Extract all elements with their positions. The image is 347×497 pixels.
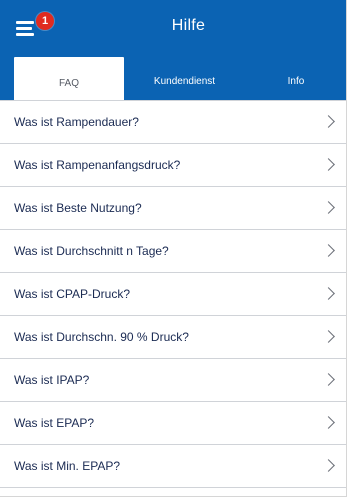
chevron-right-icon [322,459,335,472]
faq-item[interactable]: Was ist Min. EPAP? [0,445,346,488]
faq-item[interactable]: Was ist Rampenanfangsdruck? [0,144,346,187]
faq-item[interactable]: Was ist Durchschnitt n Tage? [0,230,346,273]
faq-item[interactable]: Was ist EPAP? [0,402,346,445]
faq-item[interactable]: Was ist Rampendauer? [0,101,346,144]
faq-item[interactable]: Was ist Beste Nutzung? [0,187,346,230]
chevron-right-icon [322,158,335,171]
page-title: Hilfe [171,17,206,34]
faq-item-label: Was ist EPAP? [14,416,95,430]
faq-item-label: Was ist Durchschnitt n Tage? [14,244,169,258]
app-header: 1 Hilfe [0,0,346,52]
faq-item-label: Was ist Min. EPAP? [14,459,121,473]
faq-list: Was ist Rampendauer? Was ist Rampenanfan… [0,100,346,488]
faq-item[interactable]: Was ist Durchschn. 90 % Druck? [0,316,346,359]
faq-item-label: Was ist Rampenanfangsdruck? [14,158,181,172]
tab-info[interactable]: Info [245,52,346,100]
tab-faq[interactable]: FAQ [14,57,124,100]
faq-item-label: Was ist CPAP-Druck? [14,287,131,301]
chevron-right-icon [322,201,335,214]
tab-bar: FAQ Kundendienst Info [0,52,346,100]
faq-item-label: Was ist Durchschn. 90 % Druck? [14,330,189,344]
tab-kundendienst[interactable]: Kundendienst [124,52,245,100]
faq-item-label: Was ist IPAP? [14,373,90,387]
faq-item[interactable]: Was ist CPAP-Druck? [0,273,346,316]
faq-item[interactable]: Was ist IPAP? [0,359,346,402]
chevron-right-icon [322,373,335,386]
faq-item-label: Was ist Rampendauer? [14,115,139,129]
chevron-right-icon [322,287,335,300]
chevron-right-icon [322,330,335,343]
chevron-right-icon [322,244,335,257]
app-screen: 1 Hilfe FAQ Kundendienst Info Was ist Ra… [0,0,347,497]
faq-item-label: Was ist Beste Nutzung? [14,201,142,215]
chevron-right-icon [322,115,335,128]
chevron-right-icon [322,416,335,429]
